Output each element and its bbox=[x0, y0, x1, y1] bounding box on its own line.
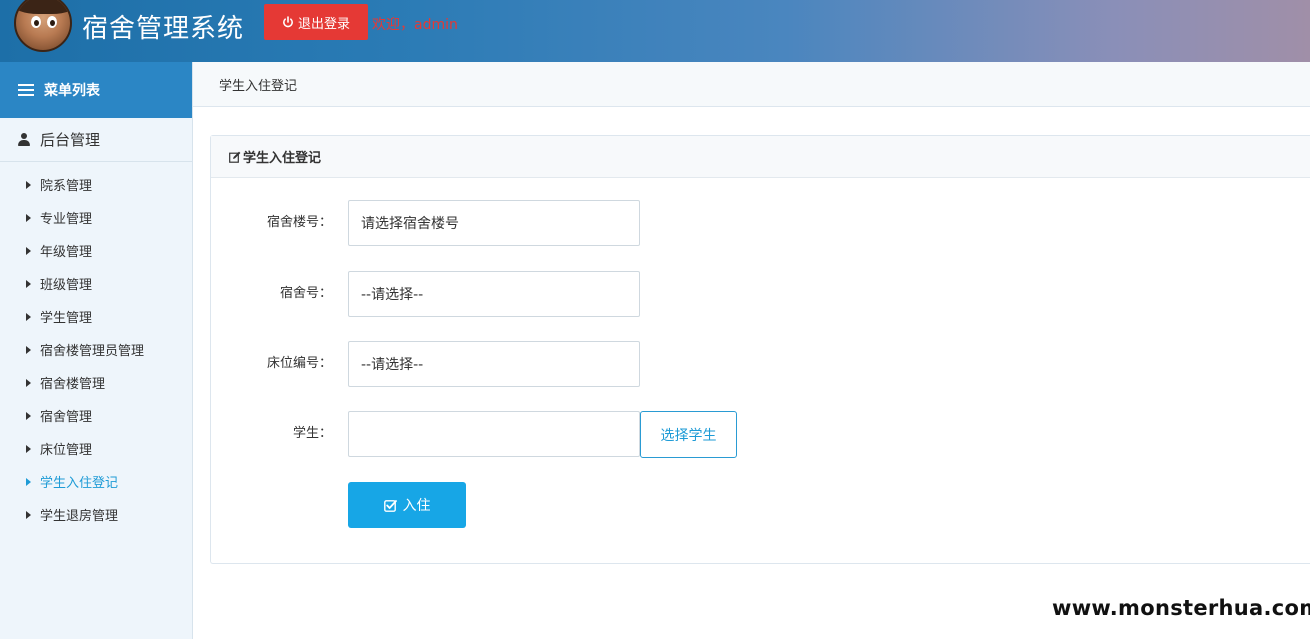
logout-button[interactable]: 退出登录 bbox=[264, 4, 368, 40]
sidebar-item-grade[interactable]: 年级管理 bbox=[0, 234, 192, 267]
choose-student-button[interactable]: 选择学生 bbox=[640, 411, 737, 458]
sidebar-item-label: 班级管理 bbox=[40, 278, 93, 293]
caret-right-icon bbox=[26, 345, 31, 354]
sidebar-item-student[interactable]: 学生管理 bbox=[0, 300, 192, 333]
menu-list-icon bbox=[18, 84, 34, 96]
panel-title: 学生入住登记 bbox=[243, 151, 322, 166]
room-label: 宿舍号： bbox=[279, 286, 332, 301]
sidebar-item-label: 年级管理 bbox=[40, 245, 93, 260]
sidebar-item-label: 宿舍管理 bbox=[40, 410, 93, 425]
submit-label: 入住 bbox=[402, 497, 431, 513]
caret-right-icon bbox=[26, 444, 31, 453]
sidebar-item-label: 宿舍楼管理 bbox=[40, 377, 106, 392]
sidebar-item-checkout[interactable]: 学生退房管理 bbox=[0, 498, 192, 531]
sidebar-item-major[interactable]: 专业管理 bbox=[0, 201, 192, 234]
caret-right-icon bbox=[26, 411, 31, 420]
sidebar-section-admin[interactable]: 后台管理 bbox=[0, 118, 192, 162]
sidebar-item-label: 专业管理 bbox=[40, 212, 93, 227]
welcome-text: 欢迎，admin bbox=[372, 17, 458, 33]
breadcrumb: 学生入住登记 bbox=[193, 62, 1310, 107]
power-icon bbox=[282, 16, 294, 28]
sidebar-title: 菜单列表 bbox=[44, 83, 100, 99]
building-select[interactable]: 请选择宿舍楼号 bbox=[348, 200, 640, 246]
caret-right-icon bbox=[26, 279, 31, 288]
sidebar-item-checkin[interactable]: 学生入住登记 bbox=[0, 465, 192, 498]
sidebar-header: 菜单列表 bbox=[0, 62, 192, 118]
avatar bbox=[14, 0, 72, 52]
caret-right-icon bbox=[26, 477, 31, 486]
caret-right-icon bbox=[26, 312, 31, 321]
room-select[interactable]: --请选择-- bbox=[348, 271, 640, 317]
sidebar-item-building[interactable]: 宿舍楼管理 bbox=[0, 366, 192, 399]
student-input[interactable] bbox=[348, 411, 640, 457]
sidebar-item-class[interactable]: 班级管理 bbox=[0, 267, 192, 300]
check-square-icon bbox=[383, 499, 397, 512]
bed-select[interactable]: --请选择-- bbox=[348, 341, 640, 387]
sidebar-item-label: 院系管理 bbox=[40, 179, 93, 194]
student-label: 学生： bbox=[292, 426, 332, 441]
top-header: 宿舍管理系统 退出登录 欢迎，admin bbox=[0, 0, 1310, 62]
sidebar-item-dorm[interactable]: 宿舍管理 bbox=[0, 399, 192, 432]
caret-right-icon bbox=[26, 213, 31, 222]
edit-icon bbox=[229, 151, 241, 163]
caret-right-icon bbox=[26, 510, 31, 519]
watermark-text: www.monsterhua.com bbox=[1052, 596, 1310, 620]
sidebar-item-label: 宿舍楼管理员管理 bbox=[40, 344, 145, 359]
sidebar-item-department[interactable]: 院系管理 bbox=[0, 168, 192, 201]
sidebar-item-label: 学生退房管理 bbox=[40, 509, 119, 524]
caret-right-icon bbox=[26, 246, 31, 255]
building-label: 宿舍楼号： bbox=[266, 215, 332, 230]
sidebar-nav: 院系管理 专业管理 年级管理 班级管理 学生管理 宿舍楼管理员管理 宿舍楼管理 … bbox=[0, 162, 192, 531]
sidebar-item-label: 学生入住登记 bbox=[40, 476, 119, 491]
sidebar-item-label: 学生管理 bbox=[40, 311, 93, 326]
checkin-submit-button[interactable]: 入住 bbox=[348, 482, 466, 528]
sidebar: 菜单列表 后台管理 院系管理 专业管理 年级管理 班级管理 学生管理 宿舍楼管理… bbox=[0, 62, 193, 639]
sidebar-item-label: 床位管理 bbox=[40, 443, 93, 458]
panel-header: 学生入住登记 bbox=[211, 136, 1310, 178]
sidebar-section-label: 后台管理 bbox=[40, 131, 101, 149]
breadcrumb-current: 学生入住登记 bbox=[219, 78, 298, 94]
user-icon bbox=[18, 133, 30, 146]
bed-label: 床位编号： bbox=[266, 356, 332, 371]
caret-right-icon bbox=[26, 180, 31, 189]
sidebar-item-building-admin[interactable]: 宿舍楼管理员管理 bbox=[0, 333, 192, 366]
logout-label: 退出登录 bbox=[297, 15, 350, 31]
caret-right-icon bbox=[26, 378, 31, 387]
app-title: 宿舍管理系统 bbox=[82, 14, 245, 44]
sidebar-item-bed[interactable]: 床位管理 bbox=[0, 432, 192, 465]
